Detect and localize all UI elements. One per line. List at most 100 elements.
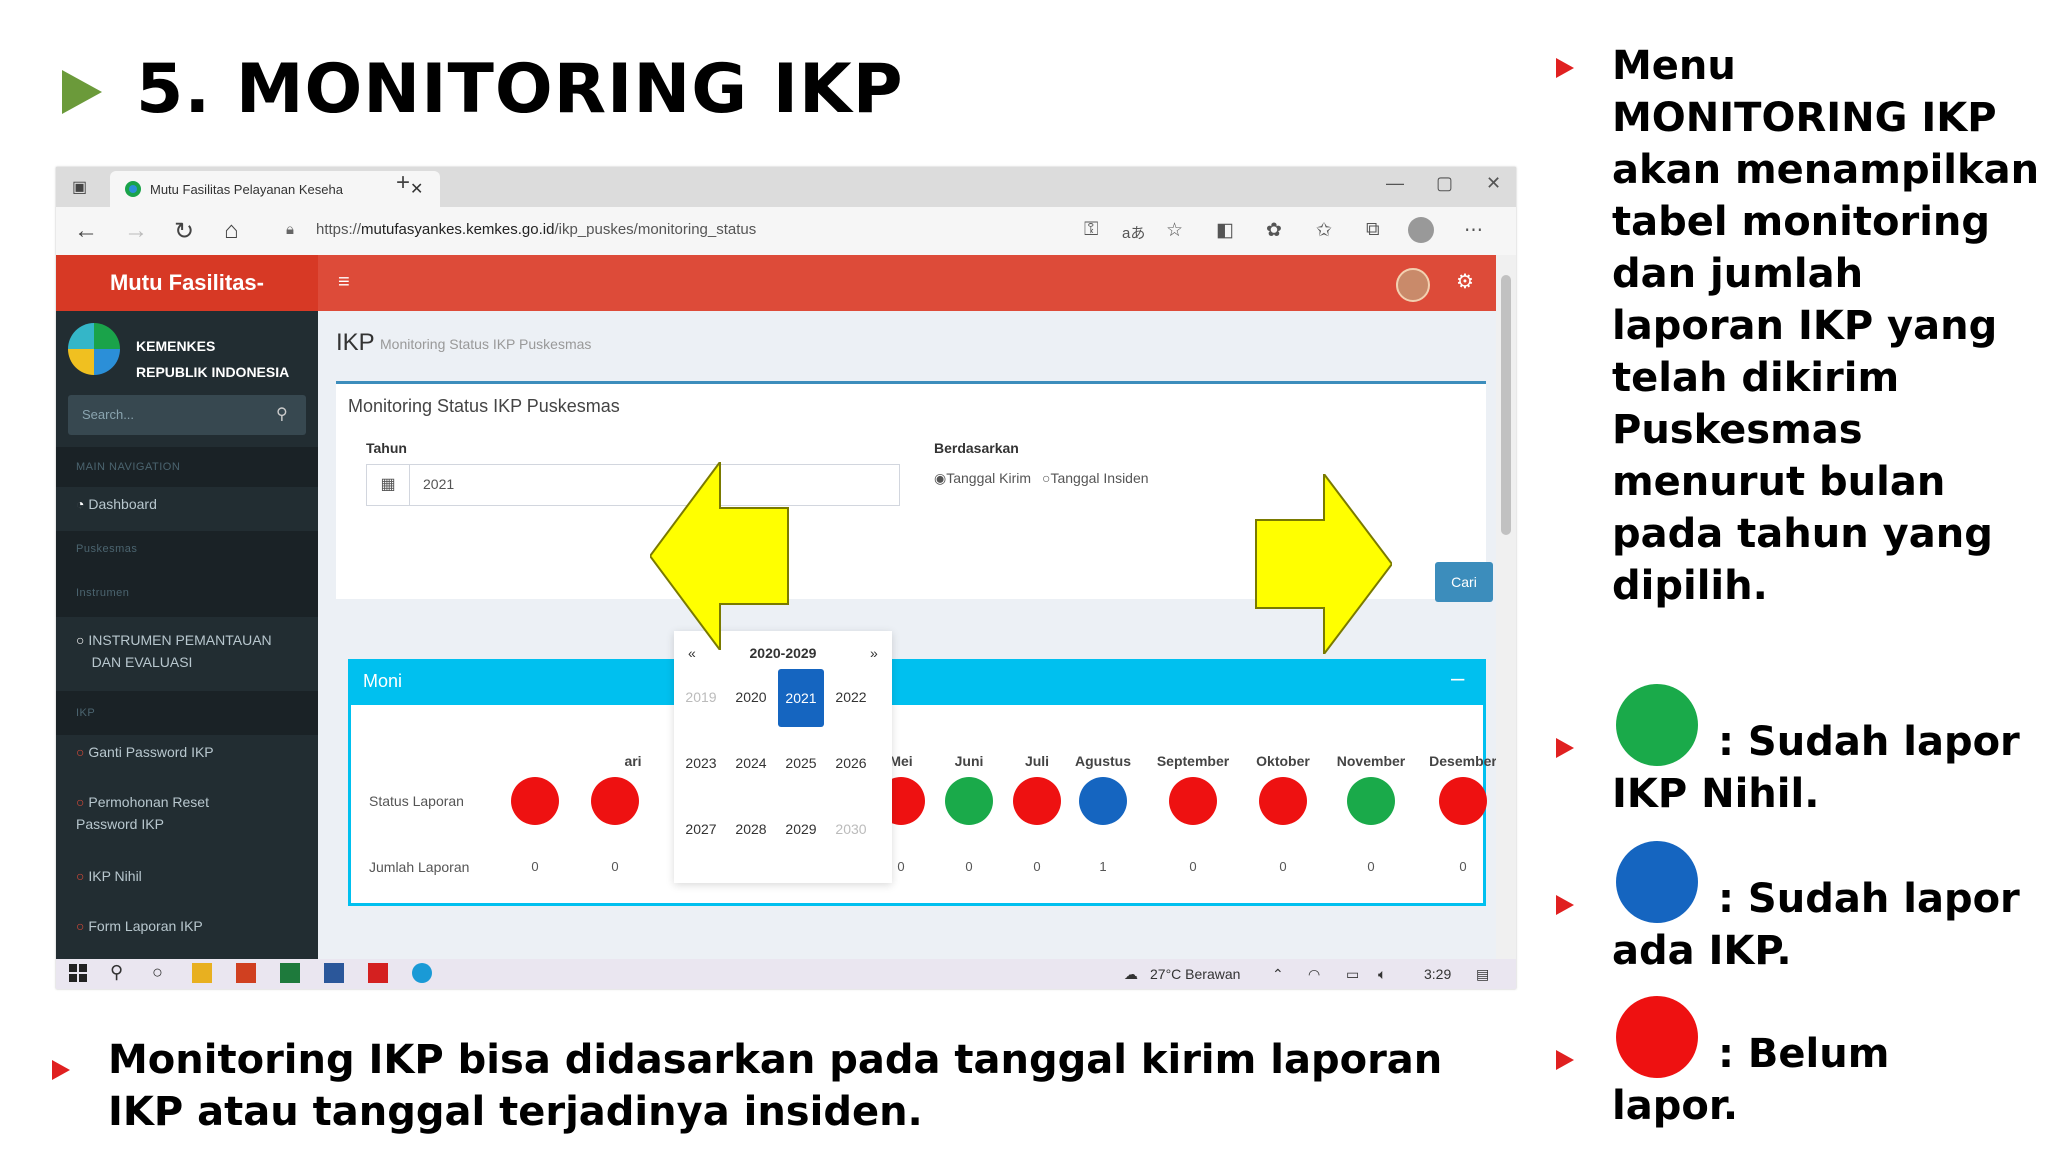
profile-icon[interactable]: [1408, 217, 1434, 243]
new-tab-icon[interactable]: +: [396, 169, 410, 197]
sidebar-search-input[interactable]: Search... ⚲: [68, 395, 306, 435]
legend-label: : Sudah lapor: [1718, 719, 2020, 765]
report-count: 1: [1099, 859, 1107, 874]
app-brand[interactable]: Mutu Fasilitas-: [56, 255, 318, 311]
collections-icon[interactable]: ⧉: [1366, 219, 1380, 241]
month-header: Oktober: [1256, 753, 1310, 769]
lock-icon[interactable]: 🔒︎: [286, 221, 294, 238]
year-option[interactable]: 2024: [728, 755, 774, 771]
year-picker-popup: 2020-2029 « » 2019 2020 2021 2022 2023 2024 20…: [674, 631, 892, 883]
task-view-icon[interactable]: ○: [152, 962, 163, 983]
left-pointing-arrow: [650, 462, 789, 650]
result-box: Moni – Status Laporan Jumlah Laporan 0 a…: [348, 659, 1496, 906]
nav-header-main: MAIN NAVIGATION: [76, 461, 181, 473]
sidebar-item-dashboard[interactable]: ◔ Dashboard: [76, 493, 157, 515]
collapse-icon[interactable]: –: [1451, 665, 1464, 693]
search-icon[interactable]: ⚲: [110, 962, 123, 983]
weather-readout[interactable]: 27°C Berawan: [1150, 966, 1240, 982]
status-laporan-label: Status Laporan: [369, 793, 464, 809]
back-icon[interactable]: ←: [74, 217, 98, 245]
sidebar-item-reset-password[interactable]: ○ Permohonan Reset Password IKP: [76, 791, 209, 835]
clock[interactable]: 3:29: [1424, 966, 1451, 982]
network-icon[interactable]: ◠: [1308, 966, 1320, 983]
favorites-icon[interactable]: ✩: [1316, 219, 1332, 242]
battery-icon[interactable]: ▭: [1346, 966, 1359, 983]
year-option[interactable]: 2023: [678, 755, 724, 771]
year-option[interactable]: 2020: [728, 689, 774, 705]
circle-icon: ○: [76, 744, 85, 760]
windows-start-icon[interactable]: [68, 963, 88, 983]
extension-icon[interactable]: ◧: [1216, 219, 1234, 242]
excel-icon[interactable]: [280, 963, 300, 983]
page-scrollbar[interactable]: [1496, 255, 1516, 959]
puzzle-icon[interactable]: ✿: [1266, 219, 1282, 242]
home-icon[interactable]: ⌂: [224, 217, 239, 245]
sidebar-toggle-icon[interactable]: ≡: [338, 271, 350, 294]
search-icon[interactable]: ⚲: [276, 404, 288, 424]
sidebar-item-ganti-password[interactable]: ○ Ganti Password IKP: [76, 741, 214, 763]
legend-color-dot: [1616, 684, 1698, 766]
year-option[interactable]: 2027: [678, 821, 724, 837]
year-option[interactable]: 2028: [728, 821, 774, 837]
browser-tab[interactable]: Mutu Fasilitas Pelayanan Keseha ✕: [110, 171, 440, 207]
status-dot-red: [1259, 777, 1307, 825]
edge-browser-icon[interactable]: [412, 963, 432, 983]
maximize-icon[interactable]: ▢: [1436, 173, 1453, 194]
url-field[interactable]: https://mutufasyankes.kemkes.go.id/ikp_p…: [316, 221, 756, 238]
sidebar-item-instrumen[interactable]: ○ INSTRUMEN PEMANTAUAN DAN EVALUASI: [76, 629, 272, 673]
sidebar-item-form-laporan[interactable]: ○ Form Laporan IKP: [76, 915, 203, 937]
report-count: 0: [1279, 859, 1287, 874]
year-option[interactable]: 2025: [778, 755, 824, 771]
year-option[interactable]: 2029: [778, 821, 824, 837]
calendar-icon[interactable]: ▦: [367, 465, 410, 505]
count-first-month: 0: [531, 859, 539, 874]
year-option[interactable]: 2019: [678, 689, 724, 705]
tab-actions-icon[interactable]: ▣: [72, 177, 87, 197]
scrollbar-thumb[interactable]: [1501, 275, 1511, 535]
sidebar-item-ikp-nihil[interactable]: ○ IKP Nihil: [76, 865, 142, 887]
pdf-reader-icon[interactable]: [368, 963, 388, 983]
year-option[interactable]: 2021: [778, 669, 824, 727]
tab-title: Mutu Fasilitas Pelayanan Keseha: [150, 182, 343, 197]
read-aloud-icon[interactable]: aあ: [1122, 222, 1145, 243]
report-count: 0: [611, 859, 619, 874]
kemenkes-favicon-icon: [125, 181, 141, 197]
forward-icon[interactable]: →: [124, 217, 148, 245]
jumlah-laporan-label: Jumlah Laporan: [369, 859, 470, 875]
minimize-icon[interactable]: —: [1386, 173, 1404, 194]
address-bar-row: ← → ↻ ⌂ 🔒︎ https://mutufasyankes.kemkes.…: [56, 207, 1516, 256]
nav-header-puskesmas: Puskesmas: [76, 543, 138, 555]
legend-label: : Sudah lapor: [1718, 876, 2020, 922]
radio-tanggal-insiden[interactable]: ○Tanggal Insiden: [1042, 470, 1149, 486]
legend-label: ada IKP.: [1612, 928, 1792, 974]
word-icon[interactable]: [324, 963, 344, 983]
bottom-note-bullet: [52, 1060, 70, 1080]
file-explorer-icon[interactable]: [192, 963, 212, 983]
year-option[interactable]: 2030: [828, 821, 874, 837]
tab-close-icon[interactable]: ✕: [410, 179, 423, 199]
user-avatar[interactable]: [1396, 268, 1430, 302]
favorite-add-icon[interactable]: ☆: [1166, 219, 1183, 242]
notifications-icon[interactable]: ▤: [1476, 966, 1489, 983]
cari-button[interactable]: Cari: [1435, 562, 1493, 602]
volume-icon[interactable]: 🔈︎: [1378, 966, 1386, 983]
weather-icon[interactable]: ☁: [1124, 966, 1138, 983]
settings-gear-icon[interactable]: ⚙: [1456, 269, 1474, 294]
legend-color-dot: [1616, 841, 1698, 923]
sidebar: KEMENKES REPUBLIK INDONESIA Search... ⚲ M…: [56, 311, 318, 959]
tahun-input[interactable]: ▦ 2021: [366, 464, 900, 506]
radio-tanggal-kirim[interactable]: ◉Tanggal Kirim: [934, 470, 1031, 487]
result-box-title: Moni: [363, 671, 403, 691]
year-option[interactable]: 2026: [828, 755, 874, 771]
month-header: November: [1336, 753, 1406, 769]
key-icon[interactable]: ⚿: [1084, 219, 1098, 241]
tray-chevron-icon[interactable]: ⌃: [1272, 966, 1284, 983]
status-dot-red: [1439, 777, 1487, 825]
reload-icon[interactable]: ↻: [174, 217, 194, 246]
more-options-icon[interactable]: ⋯: [1464, 219, 1483, 242]
year-option[interactable]: 2022: [828, 689, 874, 705]
month-header: Agustus: [1075, 753, 1131, 769]
powerpoint-icon[interactable]: [236, 963, 256, 983]
next-decade-button[interactable]: »: [870, 645, 878, 661]
window-close-icon[interactable]: ✕: [1486, 173, 1501, 194]
